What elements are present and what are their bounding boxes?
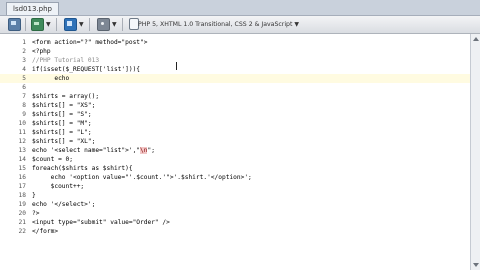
code-line[interactable]: 16 echo '<option value="'.$count.'">'.$s… [0,173,470,182]
green-icon [31,17,44,31]
code-line[interactable]: 12 $shirts[] = "XL"; [0,137,470,146]
code-line[interactable]: 2 <?php [0,47,470,56]
code-line[interactable]: 17 $count++; [0,182,470,191]
code-line[interactable]: 7 $shirts = array(); [0,92,470,101]
code-text: $shirts[] = "S"; [32,111,92,118]
line-number: 19 [18,201,26,208]
chevron-down-icon: ▼ [294,20,300,28]
selected-text: \n [140,147,148,154]
code-text: <form action="?" method="post"> [32,39,148,46]
line-number: 9 [22,111,26,118]
code-text: //PHP Tutorial 013 [32,57,100,64]
code-line[interactable]: 20 ?> [0,209,470,218]
code-line[interactable]: 13 echo '<select name="list">',"\n"; [0,146,470,155]
code-line[interactable]: 19 echo '</select>'; [0,200,470,209]
scroll-up-icon[interactable] [473,37,479,41]
code-text: if(isset($_REQUEST['list'])){ [32,66,141,73]
tools-button[interactable]: ▼ [97,17,117,31]
line-number: 2 [22,48,26,55]
code-text: echo [32,75,70,82]
chevron-down-icon: ▼ [112,20,117,28]
code-text: $shirts[] = "L"; [32,129,92,136]
vertical-scrollbar[interactable] [470,34,480,270]
line-number: 15 [18,165,26,172]
view-button[interactable] [8,17,21,31]
doctype-label: PHP 5, XHTML 1.0 Transitional, CSS 2 & J… [138,20,293,28]
code-text: </form> [32,228,59,235]
line-number: 18 [18,192,26,199]
toolbar-separator [25,18,26,31]
line-number: 20 [18,210,26,217]
code-editor[interactable]: 1 <form action="?" method="post"> 2 <?php 3 /… [0,34,470,270]
toolbar-separator [122,18,123,31]
line-number: 1 [22,39,26,46]
code-line[interactable]: 9 $shirts[] = "S"; [0,110,470,119]
code-line[interactable]: 4 if(isset($_REQUEST['list'])){ [0,65,470,74]
code-line[interactable]: 22 </form> [0,227,470,236]
tab-file[interactable]: lsd013.php [6,2,59,15]
toolbar: ▼ ▼ ▼ PHP 5, XHTML 1.0 Transitional, CSS… [0,16,480,34]
tab-bar: lsd013.php [0,0,480,16]
code-text: $count = 0; [32,156,73,163]
code-line[interactable]: 10 $shirts[] = "M"; [0,119,470,128]
code-text: foreach($shirts as $shirt){ [32,165,133,172]
tools-icon [97,17,110,31]
line-number: 3 [22,57,26,64]
insert-button[interactable]: ▼ [31,17,51,31]
text-cursor-icon [176,62,179,70]
line-number: 5 [22,75,26,82]
line-number: 13 [18,147,26,154]
line-number: 7 [22,93,26,100]
preview-button[interactable]: ▼ [64,17,84,31]
line-number: 6 [22,84,26,91]
code-line[interactable]: 6 [0,83,470,92]
code-text: echo '<select name="list">',"\n"; [32,147,155,154]
chevron-down-icon: ▼ [79,20,84,28]
chevron-down-icon: ▼ [46,20,51,28]
code-text: ?> [32,210,40,217]
toolbar-separator [89,18,90,31]
toolbar-separator [56,18,57,31]
line-number: 16 [18,174,26,181]
code-line[interactable]: 1 <form action="?" method="post"> [0,38,470,47]
doctype-select[interactable]: PHP 5, XHTML 1.0 Transitional, CSS 2 & J… [138,18,299,30]
code-line[interactable]: 14 $count = 0; [0,155,470,164]
code-text: $count++; [32,183,85,190]
code-line[interactable]: 3 //PHP Tutorial 013 [0,56,470,65]
blue-icon [64,17,77,31]
line-number: 21 [18,219,26,226]
line-number: 4 [22,66,26,73]
code-line[interactable]: 21 <input type="submit" value="Order" /> [0,218,470,227]
line-number: 10 [18,120,26,127]
code-text: <?php [32,48,51,55]
code-text: $shirts[] = "XS"; [32,102,96,109]
line-number: 12 [18,138,26,145]
line-number: 8 [22,102,26,109]
code-text: $shirts[] = "M"; [32,120,92,127]
code-text: echo '<option value="'.$count.'">'.$shir… [32,174,252,181]
line-number: 22 [18,228,26,235]
line-number: 11 [18,129,26,136]
line-number: 17 [18,183,26,190]
code-line[interactable]: 15 foreach($shirts as $shirt){ [0,164,470,173]
code-line[interactable]: 8 $shirts[] = "XS"; [0,101,470,110]
code-text: $shirts = array(); [32,93,100,100]
code-text: <input type="submit" value="Order" /> [32,219,170,226]
code-text: echo '</select>'; [32,201,96,208]
scroll-down-icon[interactable] [473,263,479,267]
code-line[interactable]: 11 $shirts[] = "L"; [0,128,470,137]
code-text: } [32,192,36,199]
code-text: $shirts[] = "XL"; [32,138,96,145]
code-line[interactable]: 5 echo [0,74,470,83]
code-line[interactable]: 18} [0,191,470,200]
line-number: 14 [18,156,26,163]
monitor-icon [8,17,21,31]
